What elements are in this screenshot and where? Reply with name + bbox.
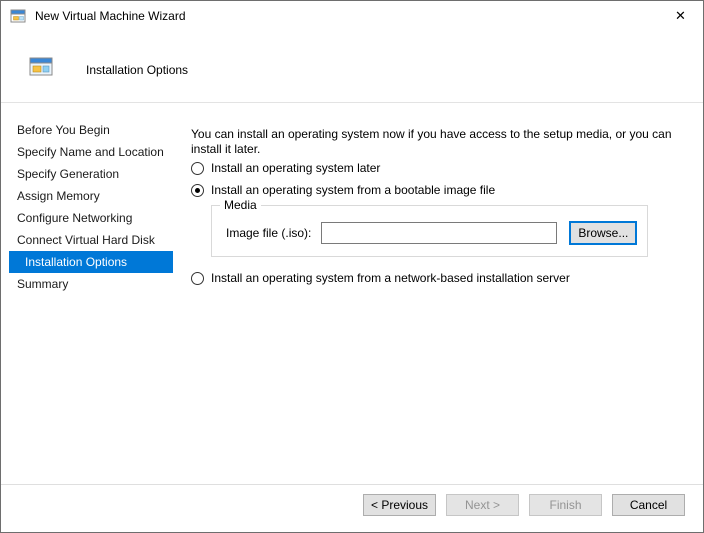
title-bar: New Virtual Machine Wizard ✕ [1, 1, 703, 31]
wizard-steps-nav: Before You Begin Specify Name and Locati… [1, 103, 182, 484]
previous-button[interactable]: < Previous [363, 494, 436, 516]
intro-text: You can install an operating system now … [191, 127, 697, 157]
radio-icon[interactable] [191, 272, 204, 285]
radio-install-from-network[interactable]: Install an operating system from a netwo… [191, 270, 570, 286]
next-button[interactable]: Next > [446, 494, 519, 516]
finish-button[interactable]: Finish [529, 494, 602, 516]
window-title: New Virtual Machine Wizard [35, 9, 186, 23]
close-icon[interactable]: ✕ [658, 1, 703, 31]
radio-icon[interactable] [191, 162, 204, 175]
sidebar-item-specify-name-and-location[interactable]: Specify Name and Location [1, 141, 182, 163]
sidebar-item-specify-generation[interactable]: Specify Generation [1, 163, 182, 185]
sidebar-item-assign-memory[interactable]: Assign Memory [1, 185, 182, 207]
media-groupbox: Media Image file (.iso): Browse... [211, 205, 648, 257]
wizard-header: Installation Options [1, 31, 703, 103]
button-bar: < Previous Next > Finish Cancel [1, 484, 703, 532]
sidebar-item-configure-networking[interactable]: Configure Networking [1, 207, 182, 229]
radio-install-later[interactable]: Install an operating system later [191, 160, 380, 176]
sidebar-item-summary[interactable]: Summary [1, 273, 182, 295]
image-file-row: Image file (.iso): Browse... [226, 221, 637, 245]
cancel-button[interactable]: Cancel [612, 494, 685, 516]
media-groupbox-title: Media [220, 198, 261, 213]
browse-button[interactable]: Browse... [569, 221, 637, 245]
wizard-content: You can install an operating system now … [182, 103, 703, 484]
radio-label: Install an operating system from a netwo… [211, 271, 570, 285]
image-file-input[interactable] [321, 222, 557, 244]
image-file-label: Image file (.iso): [226, 226, 311, 240]
wizard-page-icon [29, 57, 53, 77]
radio-icon[interactable] [191, 184, 204, 197]
radio-label: Install an operating system from a boota… [211, 183, 495, 197]
window-icon [10, 8, 26, 24]
sidebar-item-installation-options[interactable]: Installation Options [9, 251, 173, 273]
radio-install-from-image[interactable]: Install an operating system from a boota… [191, 182, 495, 198]
wizard-window: New Virtual Machine Wizard ✕ Installatio… [0, 0, 704, 533]
sidebar-item-connect-virtual-hard-disk[interactable]: Connect Virtual Hard Disk [1, 229, 182, 251]
radio-label: Install an operating system later [211, 161, 380, 175]
sidebar-item-before-you-begin[interactable]: Before You Begin [1, 119, 182, 141]
page-title: Installation Options [86, 63, 188, 77]
